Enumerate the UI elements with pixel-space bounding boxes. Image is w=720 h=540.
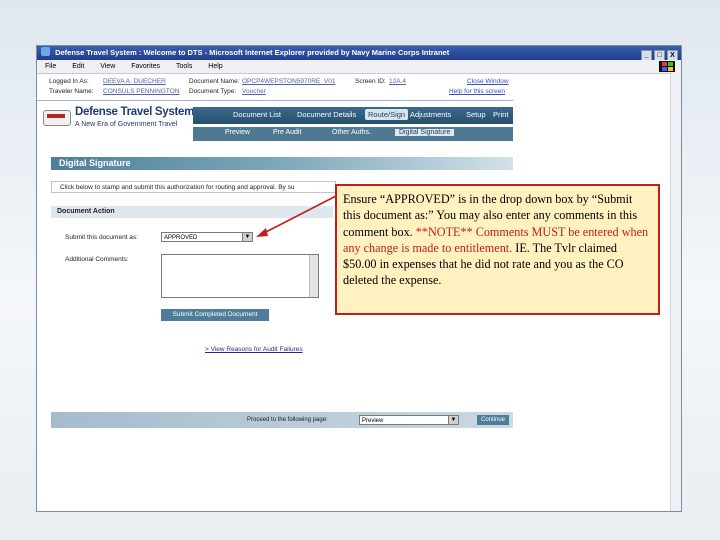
callout-box: Ensure “APPROVED” is in the drop down bo… <box>335 184 660 315</box>
